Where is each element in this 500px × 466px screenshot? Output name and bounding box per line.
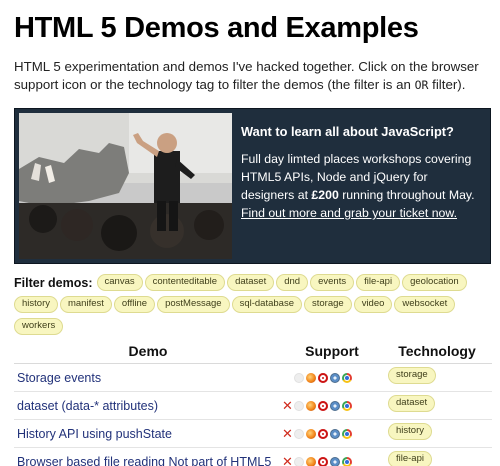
firefox-icon[interactable] <box>306 401 316 412</box>
ie-icon[interactable] <box>294 429 304 440</box>
table-row: History API using pushState ✕ history <box>14 419 492 448</box>
filter-tag-sql-database[interactable]: sql-database <box>231 296 302 313</box>
speaker-photo-image <box>19 113 232 259</box>
filter-tag-file-api[interactable]: file-api <box>356 274 401 291</box>
demo-link-dataset[interactable]: dataset (data-* attributes) <box>17 399 158 413</box>
tech-tag-history[interactable]: history <box>388 422 432 440</box>
intro-text-start: HTML 5 experimentation and demos I've ha… <box>14 59 479 92</box>
filter-tag-postmessage[interactable]: postMessage <box>157 296 230 313</box>
intro-code: OR <box>414 78 429 92</box>
tech-tag-dataset[interactable]: dataset <box>388 394 436 412</box>
intro-text: HTML 5 experimentation and demos I've ha… <box>14 58 492 94</box>
speaker-photo <box>19 113 232 259</box>
support-cell: ✕ <box>282 447 382 466</box>
firefox-icon[interactable] <box>306 457 316 466</box>
opera-icon[interactable] <box>318 429 328 440</box>
workshop-promo-banner: Want to learn all about JavaScript? Full… <box>14 108 491 264</box>
filter-demos: Filter demos: canvas contenteditable datas… <box>14 274 492 340</box>
demo-cell: Browser based file reading Not part of H… <box>14 447 282 466</box>
ie-icon[interactable] <box>294 457 304 466</box>
promo-heading: Want to learn all about JavaScript? <box>241 124 454 139</box>
promo-price: £200 <box>311 188 339 202</box>
filter-tag-storage[interactable]: storage <box>304 296 352 313</box>
demo-link-storage-events[interactable]: Storage events <box>17 371 101 385</box>
filter-tag-workers[interactable]: workers <box>14 318 64 335</box>
promo-body: Full day limted places workshops coverin… <box>241 150 481 222</box>
support-column-header: Support <box>282 343 382 364</box>
support-cell <box>282 363 382 392</box>
support-cell: ✕ <box>282 391 382 420</box>
filter-tag-offline[interactable]: offline <box>113 296 156 313</box>
demo-cell: dataset (data-* attributes) <box>14 391 282 420</box>
firefox-icon[interactable] <box>306 373 316 384</box>
technology-column-header: Technology <box>382 343 492 364</box>
filter-tag-geolocation[interactable]: geolocation <box>402 274 467 291</box>
technology-cell: dataset <box>382 391 492 420</box>
table-row: dataset (data-* attributes) ✕ dataset <box>14 391 492 420</box>
demo-cell: History API using pushState <box>14 419 282 448</box>
firefox-icon[interactable] <box>306 429 316 440</box>
blank-icon <box>282 373 292 383</box>
chrome-icon[interactable] <box>342 373 352 384</box>
safari-icon[interactable] <box>330 373 340 384</box>
filter-tag-events[interactable]: events <box>310 274 355 291</box>
promo-content: Want to learn all about JavaScript? Full… <box>241 123 481 222</box>
opera-icon[interactable] <box>318 457 328 466</box>
filter-tag-dnd[interactable]: dnd <box>276 274 309 291</box>
demo-cell: Storage events <box>14 363 282 392</box>
table-row: Browser based file reading Not part of H… <box>14 447 492 466</box>
chrome-icon[interactable] <box>342 457 352 466</box>
demo-column-header: Demo <box>14 343 282 364</box>
chrome-icon[interactable] <box>342 401 352 412</box>
technology-cell: history <box>382 419 492 448</box>
safari-icon[interactable] <box>330 401 340 412</box>
opera-icon[interactable] <box>318 401 328 412</box>
tech-tag-storage[interactable]: storage <box>388 366 436 384</box>
filter-tag-manifest[interactable]: manifest <box>59 296 112 313</box>
technology-cell: file-api <box>382 447 492 466</box>
filter-tag-canvas[interactable]: canvas <box>96 274 143 291</box>
promo-body-end: running throughout May. <box>338 188 475 202</box>
not-supported-icon[interactable]: ✕ <box>282 399 293 412</box>
safari-icon[interactable] <box>330 457 340 466</box>
table-row: Storage events storage <box>14 363 492 392</box>
filter-tag-history[interactable]: history <box>14 296 58 313</box>
table-header-row: Demo Support Technology <box>14 343 492 364</box>
filter-tag-websocket[interactable]: websocket <box>394 296 456 313</box>
tech-tag-file-api[interactable]: file-api <box>388 450 432 466</box>
filter-label: Filter demos: <box>14 276 93 290</box>
safari-icon[interactable] <box>330 429 340 440</box>
ie-icon[interactable] <box>294 401 304 412</box>
demo-link-file-reading[interactable]: Browser based file reading Not part of H… <box>17 455 271 466</box>
filter-tag-video[interactable]: video <box>353 296 393 313</box>
intro-text-end: filter). <box>428 77 466 92</box>
not-supported-icon[interactable]: ✕ <box>282 455 293 466</box>
technology-cell: storage <box>382 363 492 392</box>
support-cell: ✕ <box>282 419 382 448</box>
ie-icon[interactable] <box>294 373 304 384</box>
demos-table: Demo Support Technology Storage events s… <box>14 343 492 466</box>
demo-link-history-api[interactable]: History API using pushState <box>17 427 172 441</box>
filter-tag-contenteditable[interactable]: contenteditable <box>144 274 226 291</box>
not-supported-icon[interactable]: ✕ <box>282 427 293 440</box>
opera-icon[interactable] <box>318 373 328 384</box>
chrome-icon[interactable] <box>342 429 352 440</box>
filter-tag-dataset[interactable]: dataset <box>227 274 275 291</box>
workshop-tickets-link[interactable]: Find out more and grab your ticket now. <box>241 206 457 220</box>
page-title: HTML 5 Demos and Examples <box>14 12 419 44</box>
